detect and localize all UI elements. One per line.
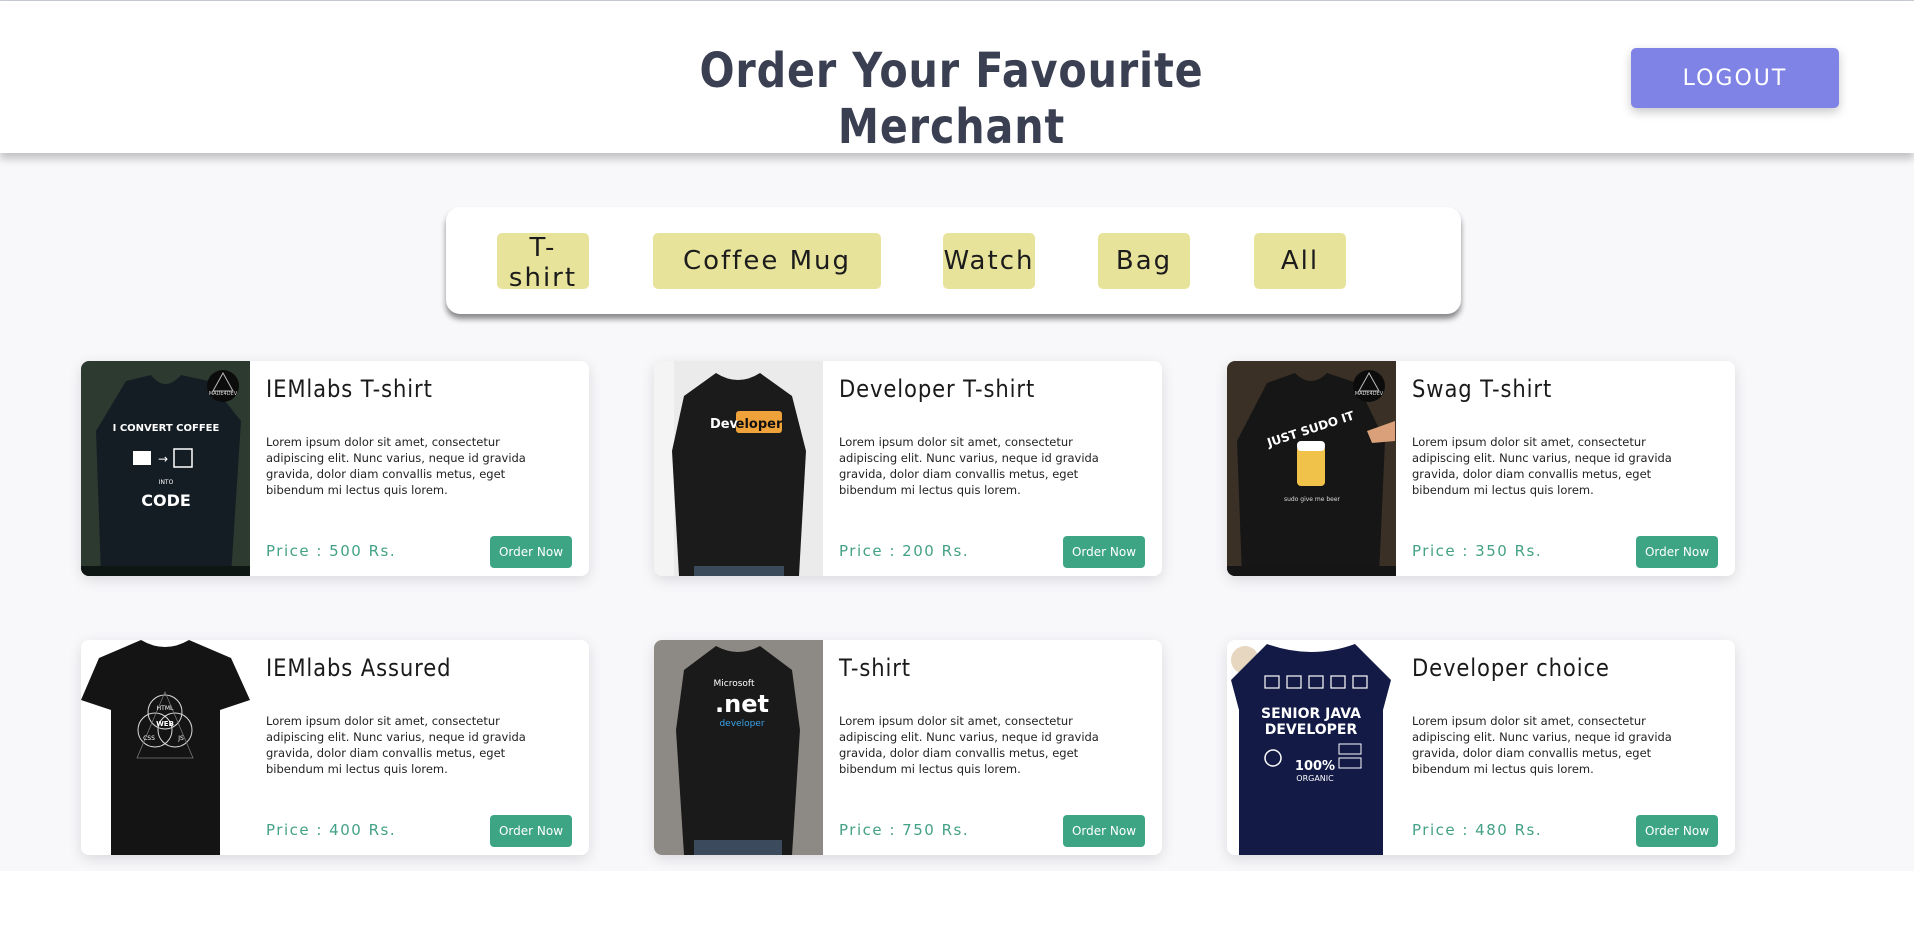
svg-text:Dev: Dev (710, 417, 739, 432)
product-title: Developer choice (1412, 654, 1610, 682)
svg-text:INTO: INTO (159, 479, 174, 486)
svg-text:I CONVERT COFFEE: I CONVERT COFFEE (113, 423, 220, 434)
product-description: Lorem ipsum dolor sit amet, consectetur … (839, 714, 1099, 776)
product-card: HTML WEB CSS JS IEMlabs Assured Lorem ip… (81, 640, 589, 855)
product-card: Dev eloper Developer T-shirt Lorem ipsum… (654, 361, 1162, 576)
product-title: IEMlabs T-shirt (266, 375, 433, 403)
order-now-button[interactable]: Order Now (1063, 536, 1145, 568)
svg-text:JS: JS (177, 735, 184, 742)
order-now-button[interactable]: Order Now (1636, 815, 1718, 847)
svg-text:developer: developer (719, 719, 764, 729)
svg-text:→: → (158, 452, 168, 466)
svg-text:eloper: eloper (736, 417, 783, 432)
product-title: IEMlabs Assured (266, 654, 452, 682)
svg-text:SENIOR JAVA: SENIOR JAVA (1261, 706, 1361, 722)
product-image-tshirt: MADE4DEV I CONVERT COFFEE → INTO CODE (81, 361, 250, 576)
svg-text:CODE: CODE (141, 491, 191, 510)
category-filter-bar: T-shirt Coffee Mug Watch Bag All (446, 207, 1461, 314)
svg-text:MADE4DEV: MADE4DEV (209, 391, 238, 397)
product-description: Lorem ipsum dolor sit amet, consectetur … (266, 435, 526, 497)
order-now-button[interactable]: Order Now (1636, 536, 1718, 568)
product-card: MADE4DEV JUST SUDO IT sudo give me beer … (1227, 361, 1735, 576)
product-price: Price : 480 Rs. (1412, 821, 1543, 839)
svg-text:.net: .net (715, 690, 769, 718)
svg-text:ORGANIC: ORGANIC (1296, 774, 1334, 783)
product-image-tshirt: SENIOR JAVA DEVELOPER 100% ORGANIC (1227, 640, 1396, 855)
logout-button[interactable]: LOGOUT (1631, 48, 1839, 108)
product-image-tshirt: Dev eloper (654, 361, 823, 576)
svg-text:sudo give me beer: sudo give me beer (1284, 496, 1341, 503)
product-title: T-shirt (839, 654, 911, 682)
filter-watch-button[interactable]: Watch (943, 233, 1035, 289)
product-image-tshirt: Microsoft .net developer (654, 640, 823, 855)
product-card: Microsoft .net developer T-shirt Lorem i… (654, 640, 1162, 855)
product-image-tshirt: MADE4DEV JUST SUDO IT sudo give me beer (1227, 361, 1396, 576)
svg-text:MADE4DEV: MADE4DEV (1355, 391, 1384, 397)
product-description: Lorem ipsum dolor sit amet, consectetur … (839, 435, 1099, 497)
page-title: Order Your Favourite Merchant (699, 43, 1204, 155)
product-description: Lorem ipsum dolor sit amet, consectetur … (1412, 435, 1672, 497)
product-price: Price : 500 Rs. (266, 542, 397, 560)
svg-text:100%: 100% (1295, 759, 1335, 774)
filter-all-button[interactable]: All (1254, 233, 1346, 289)
svg-text:HTML: HTML (157, 705, 174, 712)
order-now-button[interactable]: Order Now (490, 815, 572, 847)
svg-text:CSS: CSS (143, 735, 155, 742)
product-price: Price : 200 Rs. (839, 542, 970, 560)
svg-text:DEVELOPER: DEVELOPER (1265, 722, 1358, 738)
product-price: Price : 350 Rs. (1412, 542, 1543, 560)
order-now-button[interactable]: Order Now (1063, 815, 1145, 847)
product-description: Lorem ipsum dolor sit amet, consectetur … (266, 714, 526, 776)
product-card: MADE4DEV I CONVERT COFFEE → INTO CODE IE… (81, 361, 589, 576)
product-price: Price : 750 Rs. (839, 821, 970, 839)
product-description: Lorem ipsum dolor sit amet, consectetur … (1412, 714, 1672, 776)
filter-coffee-mug-button[interactable]: Coffee Mug (653, 233, 881, 289)
product-title: Swag T-shirt (1412, 375, 1553, 403)
filter-bag-button[interactable]: Bag (1098, 233, 1190, 289)
page-header: Order Your Favourite Merchant LOGOUT (0, 1, 1914, 155)
order-now-button[interactable]: Order Now (490, 536, 572, 568)
product-title: Developer T-shirt (839, 375, 1036, 403)
filter-tshirt-button[interactable]: T-shirt (497, 233, 589, 293)
svg-text:Microsoft: Microsoft (714, 679, 755, 689)
product-card: SENIOR JAVA DEVELOPER 100% ORGANIC Devel… (1227, 640, 1735, 855)
product-image-tshirt: HTML WEB CSS JS (81, 640, 250, 855)
product-price: Price : 400 Rs. (266, 821, 397, 839)
svg-text:WEB: WEB (156, 720, 174, 728)
